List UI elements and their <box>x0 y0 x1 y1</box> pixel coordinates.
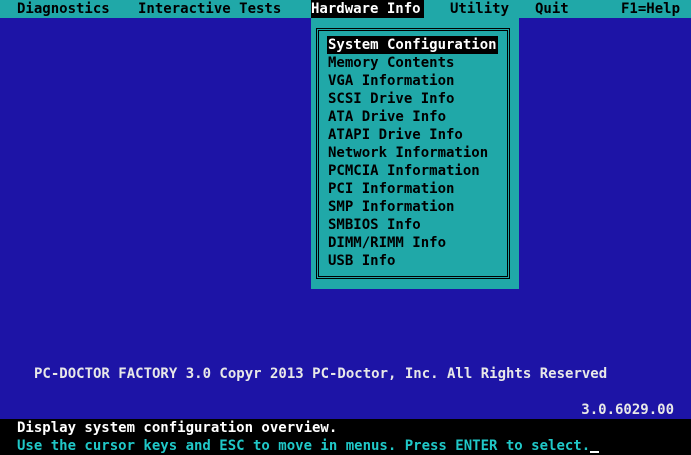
menu-item-smbios-info[interactable]: SMBIOS Info <box>327 216 422 234</box>
version-number: 3.0.6029.00 <box>581 402 674 418</box>
menu-item-smp-information[interactable]: SMP Information <box>327 198 455 216</box>
menu-item-pcmcia-information[interactable]: PCMCIA Information <box>327 162 481 180</box>
menu-help[interactable]: F1=Help <box>621 0 680 18</box>
menu-interactive-tests[interactable]: Interactive Tests <box>138 0 281 18</box>
text-cursor <box>590 451 600 453</box>
menu-diagnostics[interactable]: Diagnostics <box>17 0 110 18</box>
menu-item-scsi-drive-info[interactable]: SCSI Drive Info <box>327 90 455 108</box>
menu-item-vga-information[interactable]: VGA Information <box>327 72 455 90</box>
copyright-notice: PC-DOCTOR FACTORY 3.0 Copyr 2013 PC-Doct… <box>34 366 608 382</box>
hardware-info-dropdown: System Configuration Memory Contents VGA… <box>311 18 519 289</box>
menu-item-memory-contents[interactable]: Memory Contents <box>327 54 455 72</box>
status-bar: Display system configuration overview. U… <box>0 419 691 455</box>
menu-item-dimm-rimm-info[interactable]: DIMM/RIMM Info <box>327 234 447 252</box>
menu-item-network-information[interactable]: Network Information <box>327 144 489 162</box>
menu-item-ata-drive-info[interactable]: ATA Drive Info <box>327 108 447 126</box>
menu-item-atapi-drive-info[interactable]: ATAPI Drive Info <box>327 126 464 144</box>
status-help-text: Use the cursor keys and ESC to move in m… <box>17 438 591 454</box>
menu-item-system-configuration[interactable]: System Configuration <box>327 36 498 54</box>
status-help-line: Use the cursor keys and ESC to move in m… <box>0 437 691 455</box>
status-description: Display system configuration overview. <box>17 420 338 436</box>
menu-item-pci-information[interactable]: PCI Information <box>327 180 455 198</box>
menu-item-usb-info[interactable]: USB Info <box>327 252 396 270</box>
menu-utility[interactable]: Utility <box>450 0 509 18</box>
pc-doctor-screen: Diagnostics Interactive Tests Hardware I… <box>0 0 691 455</box>
menu-quit[interactable]: Quit <box>535 0 569 18</box>
menu-hardware-info[interactable]: Hardware Info <box>311 0 424 18</box>
menu-bar: Diagnostics Interactive Tests Hardware I… <box>0 0 691 18</box>
